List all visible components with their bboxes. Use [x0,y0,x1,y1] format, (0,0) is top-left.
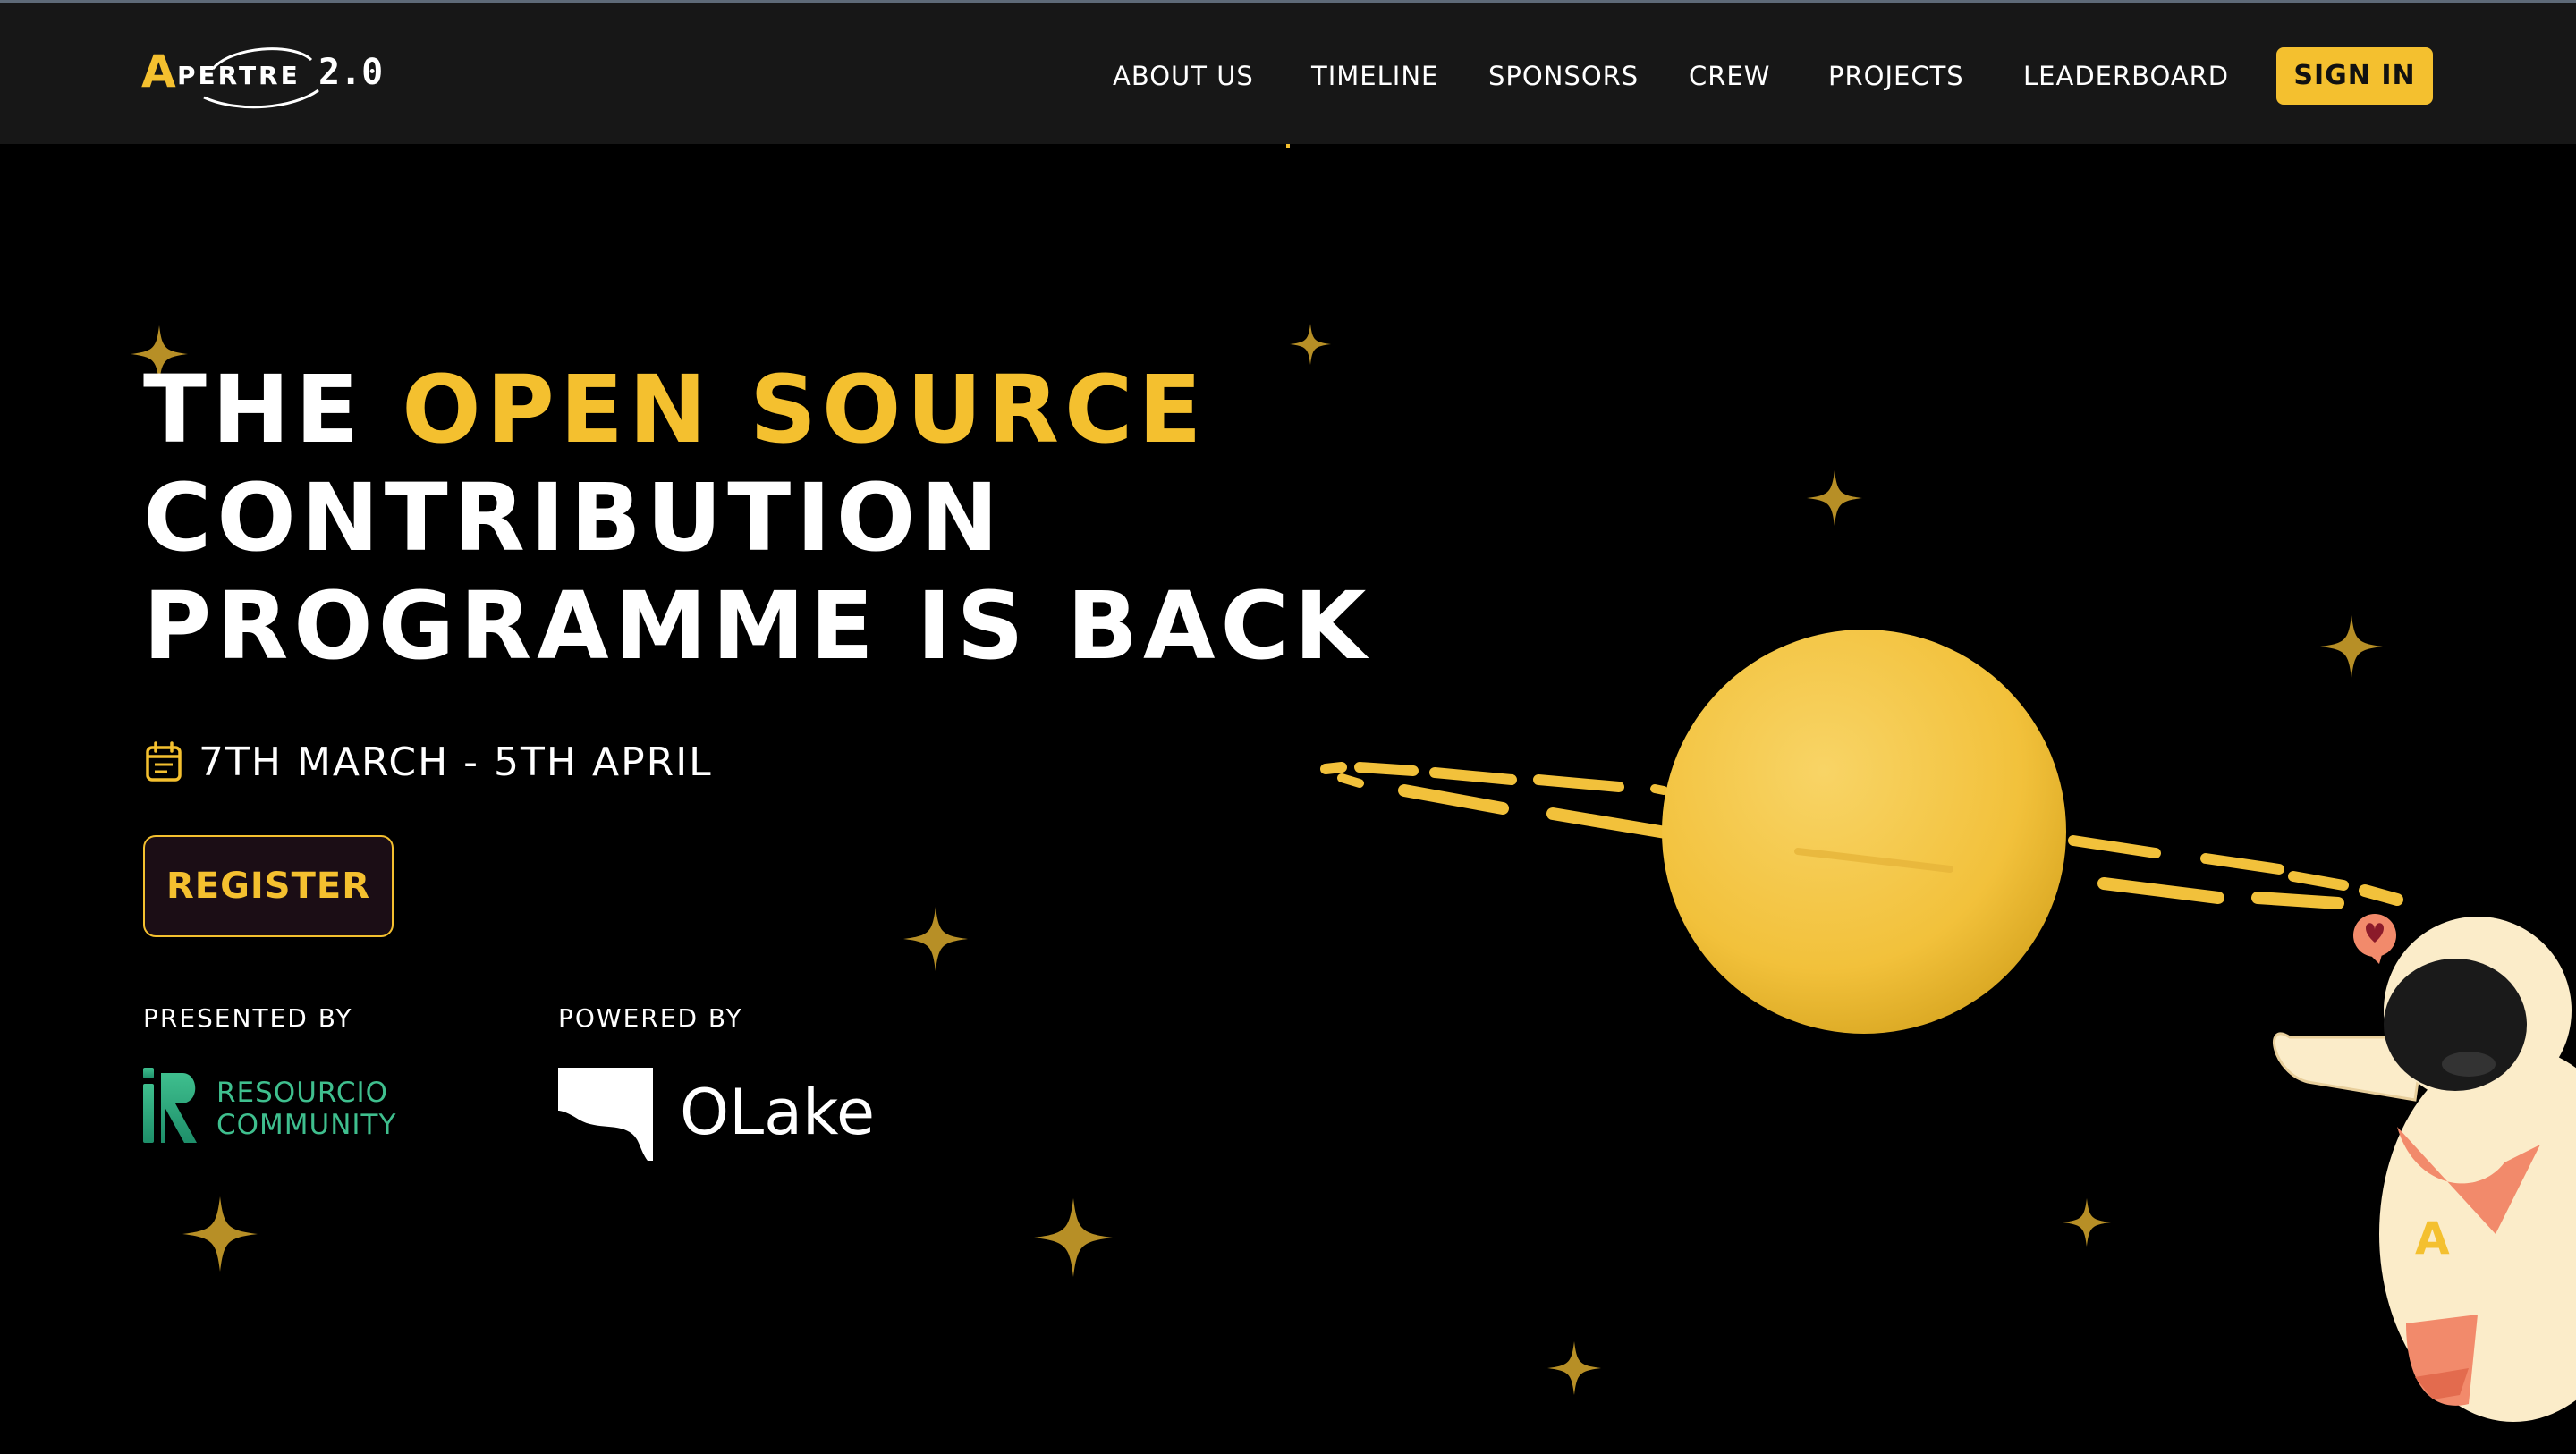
resourcio-mark-icon [143,1068,197,1143]
apertre-logo[interactable]: A PERTRE 2.0 [141,38,383,110]
sign-in-button[interactable]: SIGN IN [2276,47,2433,105]
calendar-icon [146,741,182,782]
nav-leaderboard[interactable]: LEADERBOARD [2023,56,2229,96]
star-icon [2320,615,2383,678]
powered-by-label: POWERED BY [558,1003,743,1033]
olake-mark-icon [558,1068,653,1161]
register-button[interactable]: REGISTER [143,835,394,937]
nav-about-us[interactable]: ABOUT US [1113,56,1254,96]
svg-text:A: A [2415,1213,2450,1264]
nav-timeline[interactable]: TIMELINE [1311,56,1438,96]
astronaut-illustration: A [2273,914,2576,1422]
resourcio-line-1: RESOURCIO [216,1077,389,1109]
hero-title-line-1: THE OPEN SOURCE [143,356,1371,464]
olake-text: OLake [680,1076,876,1149]
hero-title-line-2: CONTRIBUTION [143,463,1004,572]
resourcio-text: RESOURCIO COMMUNITY [216,1077,396,1141]
star-icon [2063,1198,2111,1247]
event-dates: 7TH MARCH - 5TH APRIL [145,739,713,785]
page: A A PERTRE 2.0 ABOUT US TIMELINE SPONSOR… [0,0,2576,1454]
logo-version: 2.0 [318,52,384,93]
space-background: A [131,139,2576,1422]
logo-letter: A [141,46,176,97]
nav-sponsors[interactable]: SPONSORS [1488,56,1639,96]
planet-band [1794,848,1953,873]
event-dates-text: 7TH MARCH - 5TH APRIL [199,739,713,785]
star-icon [1034,1198,1113,1277]
star-icon [1807,470,1862,526]
olake-logo[interactable]: OLake [558,1068,898,1162]
planet-illustration [1662,630,2066,1034]
presented-by-label: PRESENTED BY [143,1003,353,1033]
logo-text: PERTRE [177,61,301,90]
star-icon [903,907,968,971]
header-bar: A PERTRE 2.0 ABOUT US TIMELINE SPONSORS … [0,0,2576,144]
star-icon [182,1196,258,1272]
nav-projects[interactable]: PROJECTS [1828,56,1964,96]
resourcio-community-logo[interactable]: RESOURCIO COMMUNITY [140,1066,408,1148]
star-icon [1547,1341,1601,1395]
hero-title-plain: THE [143,355,402,464]
nav-crew[interactable]: CREW [1689,56,1770,96]
hero-title-line-3: PROGRAMME IS BACK [143,571,1372,681]
resourcio-line-2: COMMUNITY [216,1109,397,1141]
planet-ring [1320,762,2403,909]
hero-title-accent: OPEN SOURCE [402,355,1208,464]
hero-title: THE OPEN SOURCE CONTRIBUTION PROGRAMME I… [143,356,1371,681]
